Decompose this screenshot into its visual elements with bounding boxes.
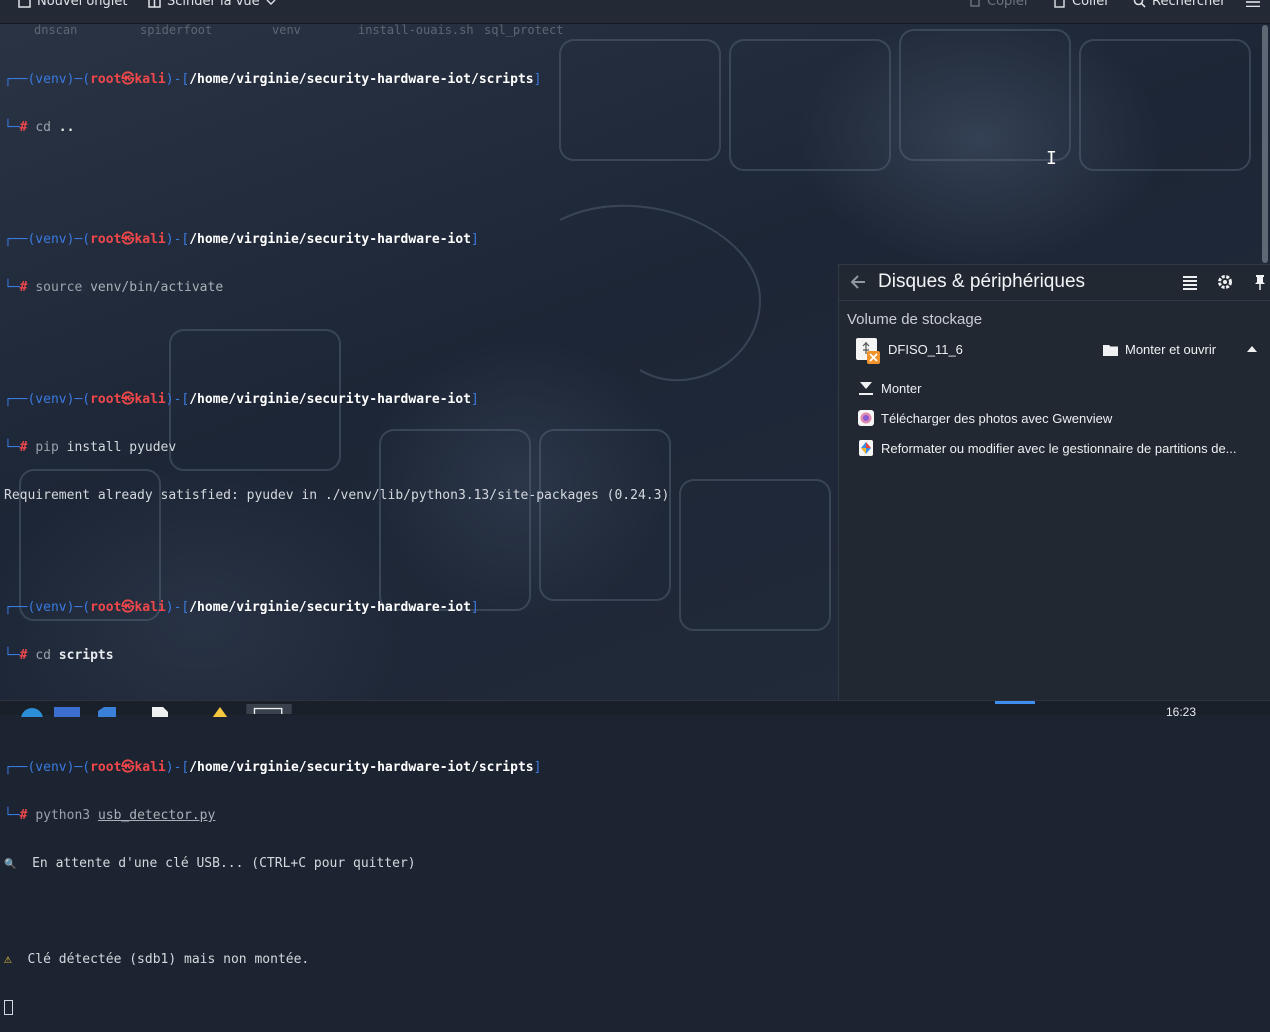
action-label: Monter [881,380,922,396]
paste-button[interactable]: Coller [1053,0,1110,9]
new-tab-icon [18,0,31,8]
split-view-icon [148,0,161,8]
tab[interactable]: install-ouais.sh [358,23,474,37]
partition-manager-icon [859,440,873,456]
action-mount[interactable]: Monter [857,377,1267,399]
script-output-waiting: 🔍 En attente d'une clé USB... (CTRL+C po… [4,856,416,871]
tab-strip: dnscan spiderfoot venv install-ouais.sh … [0,23,1270,41]
devices-popup: Disques & périphériques Volume de stocka… [838,264,1270,701]
gear-icon[interactable] [1216,273,1234,291]
terminal-cursor-line [4,1000,1254,1016]
clock[interactable]: 16:23 [1166,705,1196,719]
app-launcher-icon[interactable] [20,707,44,717]
collapse-arrow-icon[interactable] [1247,345,1257,353]
usb-drive-icon [856,338,880,364]
active-task-indicator [995,701,1035,704]
split-view-label: Scinder la vue [167,0,260,9]
hamburger-menu-button[interactable] [1245,0,1261,7]
paste-icon [1054,0,1065,8]
folder-icon [1103,344,1118,356]
terminal-toolbar: Nouvel onglet Scinder la vue Copier Coll… [0,0,1270,24]
command-line: └─# cd .. [4,120,75,135]
storage-volume-heading: Volume de stockage [847,311,983,328]
new-tab-button[interactable]: Nouvel onglet [18,0,128,9]
tab[interactable]: sql_protect [484,23,563,37]
action-partition-manager[interactable]: Reformater ou modifier avec le gestionna… [857,437,1267,459]
search-icon [1133,0,1146,8]
device-item-dfiso[interactable]: DFISO_11_6 Monter et ouvrir [855,337,1261,365]
magnifier-icon: 🔍 [4,859,17,870]
text-editor-icon[interactable] [152,707,168,717]
mouse-ibeam-cursor-icon: I [1046,148,1057,169]
script-output-detected: ⚠ Clé détectée (sdb1) mais non montée. [4,952,310,967]
tab[interactable]: dnscan [34,23,77,37]
copy-button[interactable]: Copier [968,0,1029,9]
action-label: Télécharger des photos avec Gwenview [881,410,1113,426]
desktop-icon[interactable] [54,707,80,717]
mount-icon [859,382,873,395]
warning-icon: ⚠ [4,952,12,967]
text-cursor [4,1000,13,1015]
hamburger-menu-icon [1246,1,1260,7]
prompt-line: ┌──(venv)─(root㉿kali)-[/home/virginie/se… [4,232,479,247]
mount-and-open-button[interactable]: Monter et ouvrir [1103,342,1216,357]
mount-and-open-label: Monter et ouvrir [1125,342,1217,357]
device-name: DFISO_11_6 [888,342,963,357]
prompt-line: ┌──(venv)─(root㉿kali)-[/home/virginie/se… [4,760,542,775]
file-manager-icon[interactable] [98,707,116,717]
chevron-down-icon [266,0,276,5]
paste-label: Coller [1072,0,1110,9]
copy-icon [970,0,980,7]
new-tab-label: Nouvel onglet [37,0,128,9]
back-arrow-icon[interactable] [849,272,869,292]
search-button[interactable]: Rechercher [1133,0,1226,9]
command-line: └─# python3 usb_detector.py [4,808,216,823]
prompt-line: ┌──(venv)─(root㉿kali)-[/home/virginie/se… [4,72,542,87]
list-view-icon[interactable] [1181,273,1199,291]
action-gwenview[interactable]: Télécharger des photos avec Gwenview [857,407,1267,429]
search-label: Rechercher [1152,0,1226,9]
action-label: Reformater ou modifier avec le gestionna… [881,440,1237,456]
taskbar-panel: 16:23 [0,700,1270,719]
terminal-task-icon[interactable] [244,704,294,714]
warning-tray-icon[interactable] [210,707,230,717]
popup-title: Disques & périphériques [878,271,1086,292]
popup-header: Disques & périphériques [839,265,1270,301]
copy-label: Copier [987,0,1030,9]
tab[interactable]: venv [272,23,301,37]
terminal-scrollbar[interactable] [1262,25,1268,263]
pin-icon[interactable] [1251,273,1269,291]
tab[interactable]: spiderfoot [140,23,212,37]
split-view-button[interactable]: Scinder la vue [148,0,276,9]
gwenview-icon [858,410,874,426]
